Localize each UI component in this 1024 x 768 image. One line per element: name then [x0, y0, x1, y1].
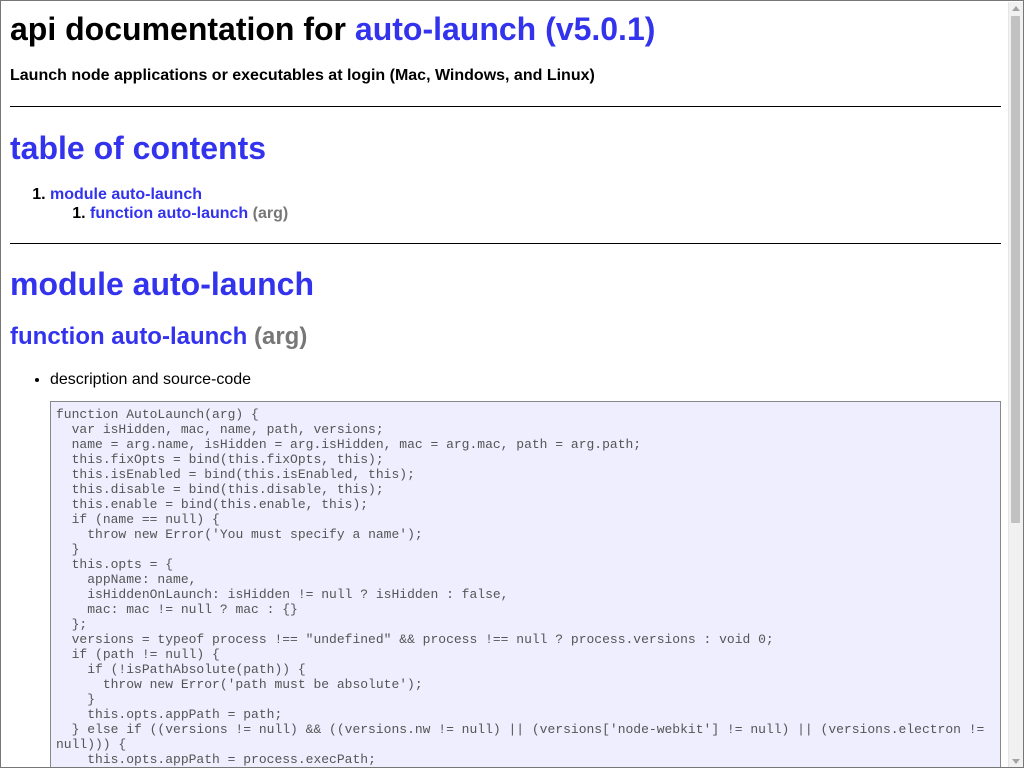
scroll-down-arrow-icon[interactable] — [1012, 759, 1020, 764]
browser-page-frame: api documentation for auto-launch (v5.0.… — [0, 0, 1024, 768]
toc-sublist: function auto-launch (arg) — [50, 204, 1001, 223]
function-args: (arg) — [247, 323, 308, 350]
function-heading-link[interactable]: function auto-launch — [10, 323, 247, 350]
page-title-prefix: api documentation for — [10, 11, 355, 47]
scrollbar-thumb[interactable] — [1011, 16, 1020, 523]
toc-item-function: function auto-launch (arg) — [90, 204, 1001, 223]
toc-heading: table of contents — [10, 130, 1001, 166]
divider — [10, 106, 1001, 107]
package-description: Launch node applications or executables … — [10, 67, 595, 84]
toc-list: module auto-launch function auto-launch … — [10, 185, 1001, 223]
page-content: api documentation for auto-launch (v5.0.… — [10, 1, 1001, 767]
toc-link-function-auto-launch[interactable]: function auto-launch — [90, 205, 248, 222]
toc-heading-link[interactable]: table of contents — [10, 130, 266, 166]
module-heading-link[interactable]: module auto-launch — [10, 266, 314, 302]
divider — [10, 243, 1001, 244]
page-title: api documentation for auto-launch (v5.0.… — [10, 11, 1001, 47]
module-heading: module auto-launch — [10, 266, 1001, 302]
description-list: description and source-code — [10, 370, 1001, 389]
toc-item-module: module auto-launch function auto-launch … — [50, 185, 1001, 223]
toc-link-module-auto-launch[interactable]: module auto-launch — [50, 186, 202, 203]
vertical-scrollbar[interactable] — [1008, 2, 1023, 767]
function-heading: function auto-launch (arg) — [10, 323, 1001, 351]
source-code-block: function AutoLaunch(arg) { var isHidden,… — [50, 401, 1001, 767]
scroll-up-arrow-icon[interactable] — [1012, 6, 1020, 11]
toc-function-args: (arg) — [248, 205, 289, 222]
package-link[interactable]: auto-launch (v5.0.1) — [355, 11, 656, 47]
description-item: description and source-code — [50, 370, 1001, 389]
